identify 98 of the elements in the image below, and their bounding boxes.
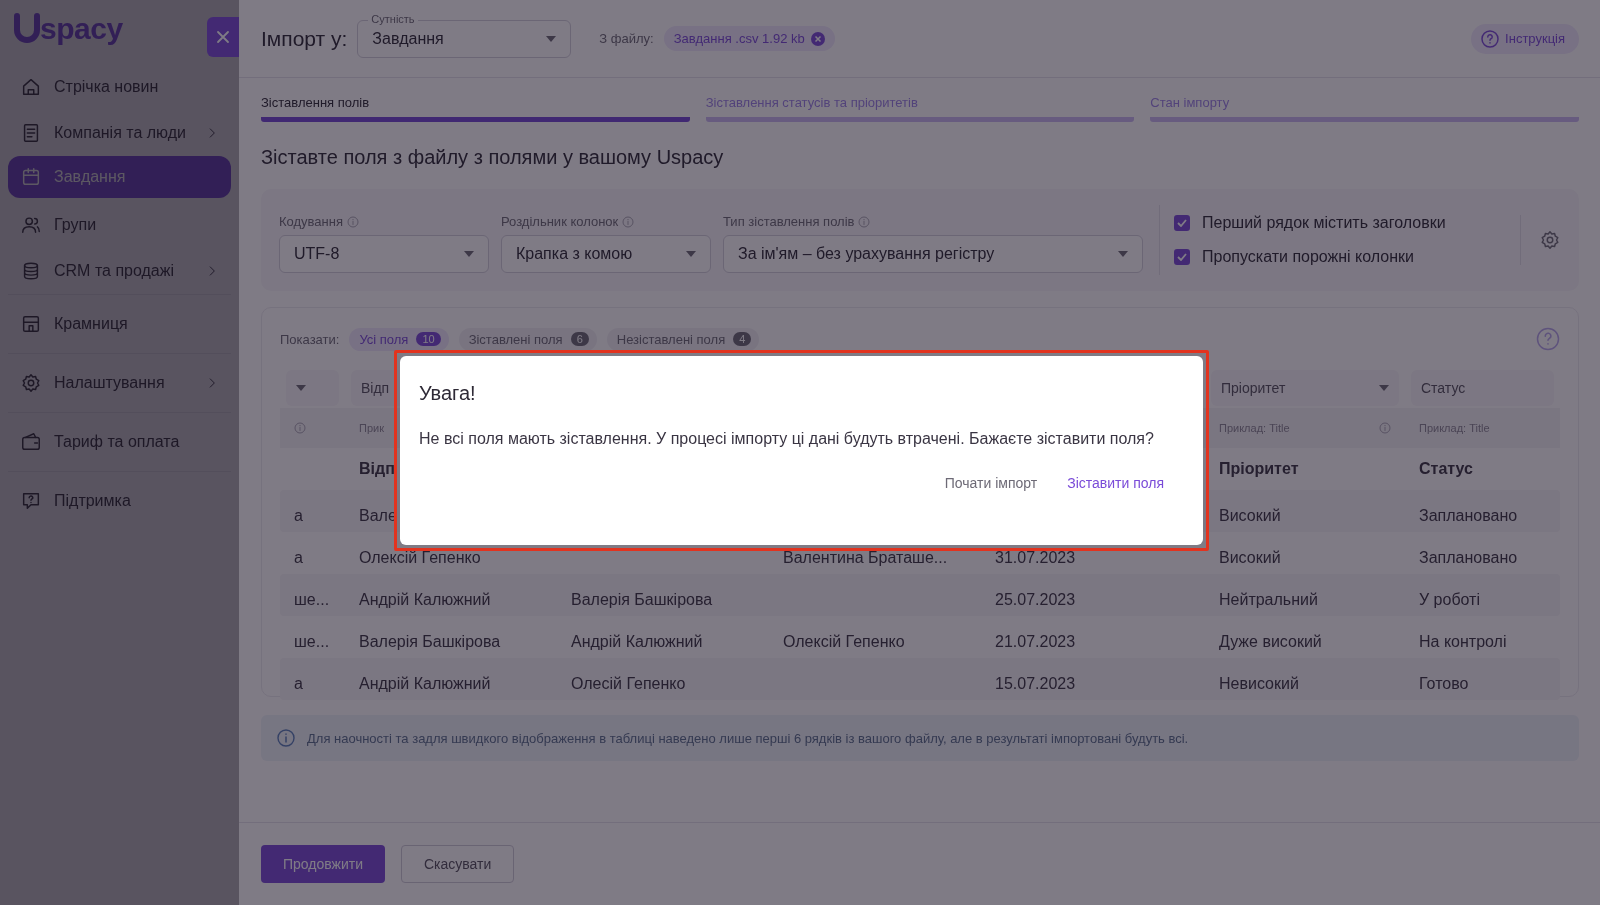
field-label: Кодування (279, 214, 343, 229)
checkmark-icon (1177, 219, 1187, 227)
table-cell: Невисокий (1219, 675, 1299, 693)
table-cell: У роботі (1419, 591, 1480, 609)
checkbox[interactable] (1174, 215, 1190, 231)
info-text: Для наочності та задля швидкого відображення в таблиці наведено лише перші 6 рядків із вашого файлу, але в результаті імпортовані будуть всі. (307, 730, 1189, 746)
filter-chip[interactable]: Усі поля 10 (349, 327, 449, 351)
field-select[interactable]: Статус (1411, 370, 1554, 406)
column-header: Пріоритет (1219, 460, 1299, 478)
dialog-title: Увага! (419, 382, 477, 405)
remove-icon[interactable] (810, 31, 825, 46)
sidebar-item[interactable]: Тариф та оплата (8, 412, 231, 471)
table-cell: а (294, 507, 303, 525)
checkbox-label: Перший рядок містить заголовки (1202, 214, 1446, 232)
caret-down-icon (1118, 251, 1128, 257)
table-cell: Андрій Калюжний (359, 675, 491, 693)
settings-select[interactable]: За ім'ям – без урахування регістру (723, 235, 1143, 273)
checkbox[interactable] (1174, 249, 1190, 265)
calendar-icon (20, 166, 42, 188)
field-select[interactable] (286, 370, 339, 406)
step-tab[interactable]: Стан імпорту (1150, 95, 1579, 122)
sidebar-item[interactable]: Крамниця (8, 294, 231, 353)
shop-icon (20, 313, 42, 335)
step-tab[interactable]: Зіставлення полів (261, 95, 690, 122)
chat-question-icon (20, 490, 42, 512)
step-tab[interactable]: Зіставлення статусів та пріоритетів (705, 95, 1135, 122)
table-cell: Валерія Башкірова (571, 591, 713, 609)
sidebar-item[interactable]: Підтримка (8, 471, 231, 530)
close-button[interactable] (207, 17, 239, 57)
table-cell: ше... (294, 633, 330, 651)
info-icon (347, 215, 359, 228)
table-cell: Валерія Башкірова (359, 633, 501, 651)
table-cell: Нейтральний (1219, 591, 1318, 609)
info-icon (858, 215, 871, 228)
filter-chip[interactable]: Незіставлені поля 4 (606, 327, 760, 351)
checkmark-icon (1177, 253, 1187, 261)
column-header: Статус (1419, 460, 1473, 478)
file-chip: Завдання .csv 1.92 kb (663, 26, 835, 51)
dialog-button[interactable]: Зіставити поля (1059, 467, 1172, 499)
table-cell: Валентина Браташе... (783, 549, 948, 567)
table-cell: Олексій Гепенко (783, 633, 905, 651)
caret-down-icon (546, 35, 557, 42)
caret-down-icon (1379, 385, 1389, 391)
checkbox-label: Пропускати порожні колонки (1202, 248, 1415, 266)
table-cell: Андрій Калюжний (359, 591, 491, 609)
sidebar-item[interactable]: CRM та продажі (8, 248, 231, 294)
people-icon (20, 214, 42, 236)
settings-select[interactable]: Крапка з комою (501, 235, 711, 273)
table-cell: Заплановано (1419, 549, 1518, 567)
info-icon (1379, 422, 1391, 434)
sidebar-item[interactable]: Групи (8, 202, 231, 248)
sidebar-item[interactable]: Стрічка новин (8, 64, 231, 110)
dialog-message: Не всі поля мають зіставлення. У процесі імпорту ці дані будуть втрачені. Бажаєте зіставити поля? (419, 429, 1154, 449)
help-icon (1481, 29, 1500, 48)
logo-letter-u-icon (14, 13, 40, 45)
table-cell: Олесій Гепенко (571, 675, 686, 693)
field-label: Тип зіставлення полів (723, 214, 855, 229)
info-icon (294, 422, 306, 434)
table-cell: 21.07.2023 (995, 633, 1076, 651)
field-label: Роздільник колонок (501, 214, 619, 229)
import-title: Імпорт у: (261, 26, 348, 51)
table-cell: Дуже високий (1219, 633, 1322, 651)
gear-icon (1539, 229, 1561, 251)
cancel-button[interactable]: Скасувати (401, 845, 515, 883)
help-icon[interactable] (1536, 327, 1560, 351)
info-icon (622, 215, 635, 228)
gear-icon (20, 372, 42, 394)
sidebar-item[interactable]: Налаштування (8, 353, 231, 412)
table-cell: Андрій Калюжний (571, 633, 703, 651)
table-cell: Заплановано (1419, 507, 1518, 525)
table-cell: 25.07.2023 (995, 591, 1076, 609)
column-header: Відп (359, 460, 395, 478)
table-cell: ше... (294, 591, 330, 609)
caret-down-icon (296, 385, 306, 391)
page-heading: Зіставте поля з файлу з полями у вашому Uspacy (261, 146, 725, 169)
file-label: З файлу: (599, 31, 654, 46)
sidebar-item[interactable]: Компанія та люди (8, 110, 231, 156)
table-cell: Високий (1219, 549, 1281, 567)
continue-button[interactable]: Продовжити (261, 845, 385, 883)
settings-select[interactable]: UTF-8 (279, 235, 489, 273)
caret-down-icon (686, 251, 696, 257)
caret-down-icon (464, 251, 474, 257)
table-cell: 31.07.2023 (995, 549, 1076, 567)
table-cell: а (294, 549, 303, 567)
instructions-button[interactable]: Інструкція (1471, 23, 1579, 54)
info-icon (277, 729, 295, 747)
table-cell: На контролі (1419, 633, 1507, 651)
wallet-icon (20, 431, 42, 453)
table-cell: Готово (1419, 675, 1469, 693)
table-cell: Високий (1219, 507, 1281, 525)
close-icon (216, 30, 230, 44)
filter-label: Показати: (280, 331, 340, 347)
field-select[interactable]: Пріоритет (1211, 370, 1399, 406)
dialog-button[interactable]: Почати імпорт (936, 467, 1046, 499)
table-cell: 15.07.2023 (995, 675, 1076, 693)
table-cell: а (294, 675, 303, 693)
table-cell: Олексій Гепенко (359, 549, 481, 567)
house-icon (20, 76, 42, 98)
